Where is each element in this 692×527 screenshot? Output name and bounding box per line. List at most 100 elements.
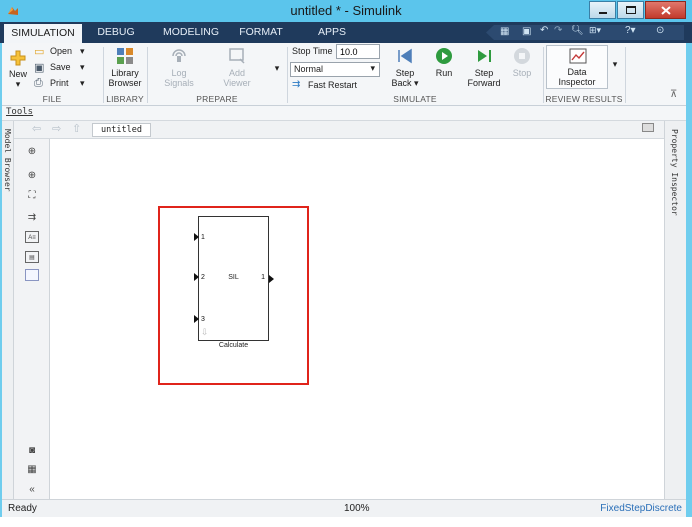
help-search-icon[interactable]: ▦	[500, 26, 509, 37]
zoom-icon[interactable]: ⊕	[25, 170, 39, 182]
undo-icon[interactable]: ↶	[540, 25, 548, 36]
input-port-1-label: 1	[201, 234, 205, 241]
tab-simulation[interactable]: SIMULATION	[4, 24, 82, 43]
status-text: Ready	[8, 503, 37, 514]
help-icon[interactable]: ?▾	[625, 25, 636, 36]
camera-icon[interactable]: ◙	[25, 445, 39, 457]
open-label: Open	[50, 46, 73, 56]
new-button[interactable]: New ▾	[6, 47, 30, 91]
prepare-group: Log Signals Add Viewer ▾ PREPARE	[148, 43, 286, 106]
explorer-bar: ⇦ ⇨ ⇧ untitled	[14, 121, 664, 139]
tab-format[interactable]: FORMAT	[236, 22, 286, 43]
tab-apps[interactable]: APPS	[310, 22, 354, 43]
save-button[interactable]: ▣ Save ▾	[34, 61, 96, 75]
model-data-icon[interactable]: ▦	[25, 464, 39, 476]
ribbon: New ▾ ▭ Open ▾ ▣ Save ▾ ⎙ Print ▾ FILE L…	[2, 43, 686, 106]
search-icon[interactable]: 🔍︎	[571, 25, 584, 36]
property-inspector-tab-label: Property Inspector	[670, 129, 679, 216]
step-forward-label-2: Forward	[467, 78, 501, 88]
model-canvas[interactable]	[50, 139, 664, 499]
review-dropdown-icon[interactable]: ▾	[610, 59, 620, 70]
run-label: Run	[435, 68, 453, 78]
input-port-2-icon[interactable]	[194, 273, 199, 281]
stop-button[interactable]: Stop	[508, 46, 536, 90]
step-back-button[interactable]: Step Back ▾	[390, 46, 420, 90]
image-icon[interactable]: ▤	[25, 251, 39, 263]
minimize-icon	[599, 12, 607, 14]
maximize-button[interactable]	[617, 1, 644, 19]
add-viewer-icon	[229, 48, 245, 64]
collapse-ribbon-icon[interactable]: ⊙	[656, 25, 664, 36]
back-arrow-icon[interactable]: ⇦	[32, 122, 41, 135]
tab-debug[interactable]: DEBUG	[92, 22, 140, 43]
log-signals-button[interactable]: Log Signals	[154, 46, 204, 90]
property-inspector-panel-tab[interactable]: Property Inspector	[664, 121, 686, 499]
output-port-1-icon[interactable]	[269, 275, 274, 283]
model-browser-tab-label: Model Browser	[3, 129, 12, 192]
hide-explorer-icon[interactable]	[642, 123, 654, 132]
signal-arrow-icon[interactable]: ⇉	[25, 212, 39, 224]
window-bottom-edge	[0, 517, 692, 527]
add-viewer-button[interactable]: Add Viewer	[212, 46, 262, 90]
up-arrow-icon[interactable]: ⇧	[72, 122, 81, 135]
add-viewer-label-2: Viewer	[223, 78, 251, 88]
stop-icon	[514, 48, 530, 64]
prepare-gallery-dropdown-icon[interactable]: ▾	[272, 63, 282, 74]
solver-link[interactable]: FixedStepDiscrete	[600, 503, 682, 514]
save-dropdown-icon: ▾	[80, 62, 85, 72]
maximize-icon	[626, 6, 636, 14]
block-name: SIL	[228, 274, 239, 281]
input-port-3-icon[interactable]	[194, 315, 199, 323]
data-inspector-button[interactable]: Data Inspector	[546, 45, 608, 89]
area-icon[interactable]	[25, 269, 39, 281]
open-button[interactable]: ▭ Open ▾	[34, 45, 96, 59]
new-dropdown-icon: ▾	[15, 79, 21, 89]
open-dropdown-icon: ▾	[80, 46, 85, 56]
file-group-label: FILE	[42, 94, 62, 104]
input-port-1-icon[interactable]	[194, 233, 199, 241]
run-button[interactable]: Run	[430, 46, 458, 90]
tab-modeling[interactable]: MODELING	[160, 22, 222, 43]
run-icon	[436, 48, 452, 64]
output-port-1-label: 1	[261, 274, 265, 281]
fast-restart-label: Fast Restart	[308, 80, 358, 90]
chevron-down-icon: ▾	[370, 63, 375, 73]
print-button[interactable]: ⎙ Print ▾	[34, 77, 96, 91]
simulation-mode-select[interactable]: Normal ▾	[290, 62, 380, 77]
collapse-ribbon-icon[interactable]: ⊼	[670, 89, 677, 100]
stop-time-input[interactable]	[336, 44, 380, 59]
collapse-palette-icon[interactable]: «	[25, 484, 39, 496]
new-icon	[10, 50, 26, 66]
step-forward-icon	[478, 50, 491, 62]
simulate-group-label: SIMULATE	[393, 94, 437, 104]
step-forward-button[interactable]: Step Forward	[466, 46, 502, 90]
library-browser-button[interactable]: Library Browser	[106, 46, 144, 90]
review-results-group-label: REVIEW RESULTS	[545, 94, 623, 104]
hide-palette-icon[interactable]: ⊕	[25, 146, 39, 158]
forward-arrow-icon[interactable]: ⇨	[52, 122, 61, 135]
input-port-2-label: 2	[201, 274, 205, 281]
sil-subsystem-block[interactable]: SIL 1 2 3 1 ⇩	[198, 216, 269, 341]
close-button[interactable]	[645, 1, 686, 19]
annotation-icon[interactable]: A≡	[25, 231, 39, 243]
model-browser-panel-tab[interactable]: Model Browser	[2, 121, 14, 499]
close-icon	[661, 6, 671, 15]
print-label: Print	[50, 78, 69, 88]
minimize-button[interactable]	[589, 1, 616, 19]
save-quick-icon[interactable]: ▣	[522, 26, 531, 37]
library-group: Library Browser LIBRARY	[104, 43, 146, 106]
breadcrumb[interactable]: untitled	[92, 123, 151, 137]
status-bar: Ready 100% FixedStepDiscrete	[2, 499, 686, 517]
stop-time-label: Stop Time	[292, 46, 333, 56]
fast-restart-button[interactable]: ⇉ Fast Restart	[292, 79, 376, 92]
input-port-3-label: 3	[201, 316, 205, 323]
tools-menu[interactable]: Tools	[6, 107, 33, 117]
quick-access-toolbar: ▦ ▣ ↶ ↷ 🔍︎ ⊞▾ ?▾ ⊙	[486, 25, 684, 40]
title-bar: untitled * - Simulink	[0, 0, 692, 22]
fit-to-view-icon[interactable]: ⛶	[25, 190, 39, 202]
step-back-label-2: Back ▾	[391, 78, 419, 88]
folder-icon: ▭	[34, 46, 45, 58]
toolbar-options-icon[interactable]: ⊞▾	[589, 25, 601, 36]
redo-icon[interactable]: ↷	[554, 25, 562, 36]
stop-label: Stop	[512, 68, 532, 78]
